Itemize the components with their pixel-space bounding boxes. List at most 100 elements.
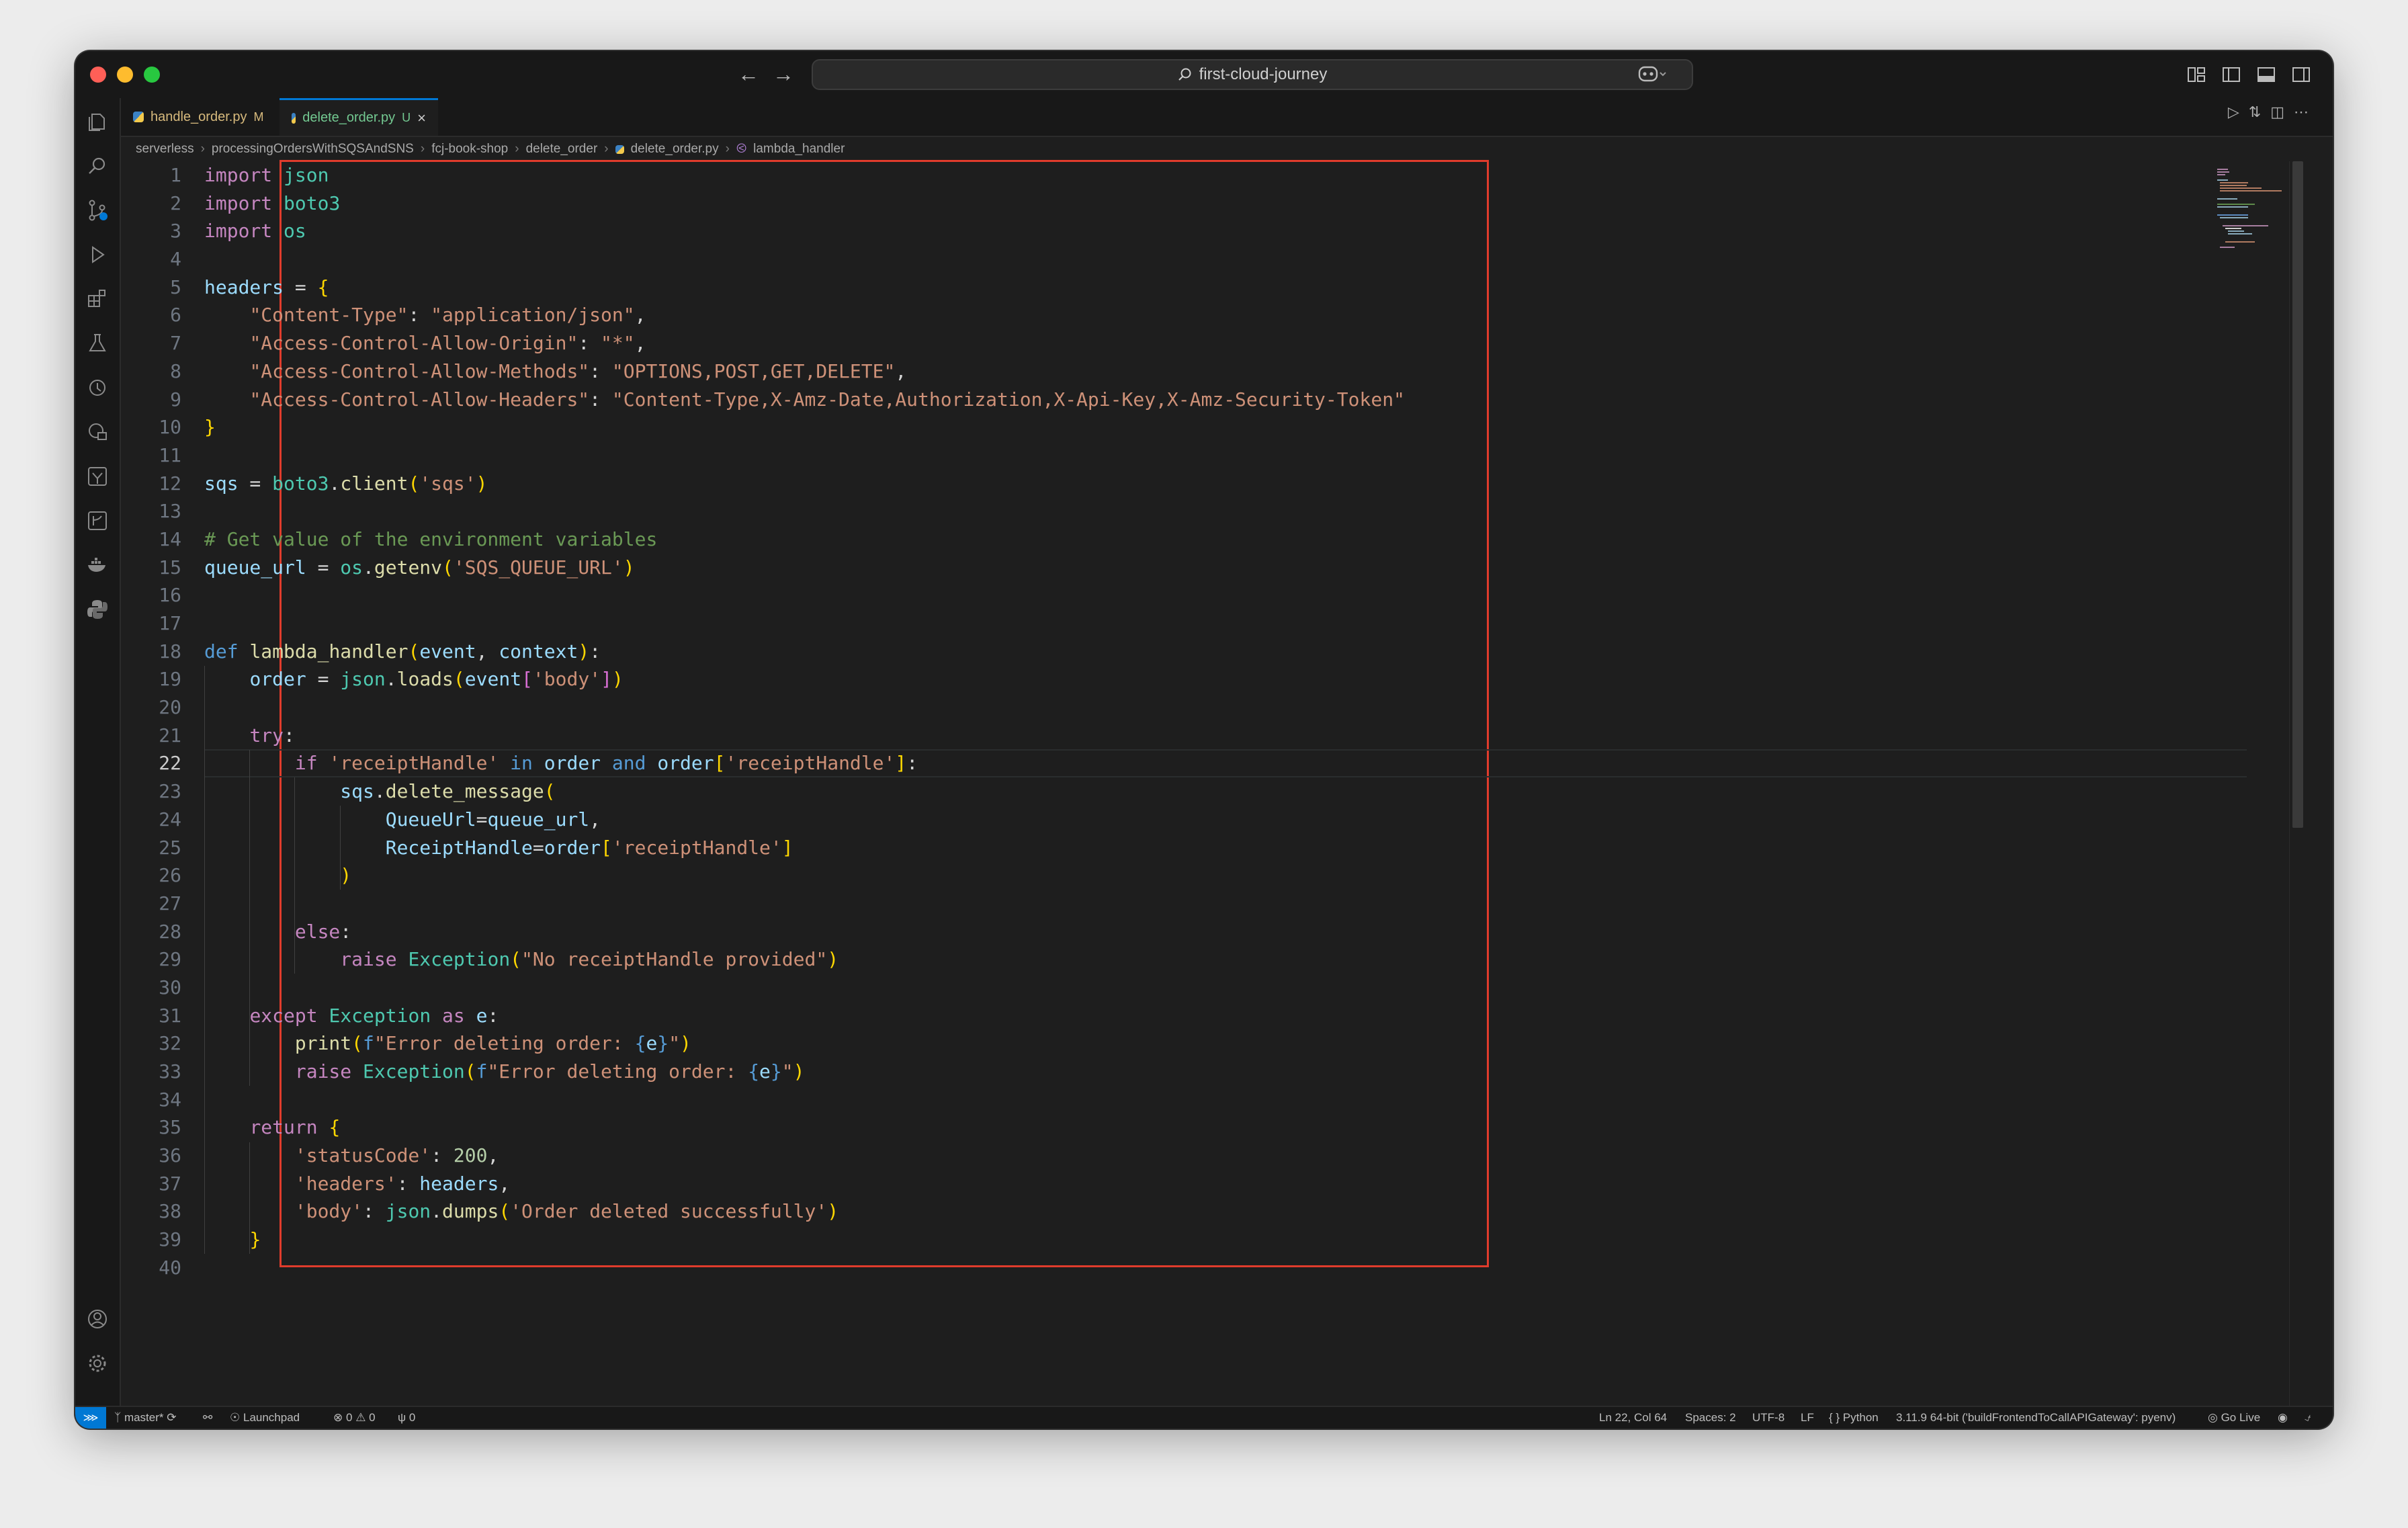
line-number[interactable]: 14 <box>121 525 194 554</box>
line-number[interactable]: 24 <box>121 806 194 834</box>
minimize-window-button[interactable] <box>117 67 133 83</box>
code-line[interactable] <box>204 974 2274 1002</box>
code-line[interactable]: ) <box>204 861 2274 890</box>
code-line[interactable]: import boto3 <box>204 189 2274 218</box>
notifications-bell-icon[interactable]: ⍻ <box>2305 1407 2311 1429</box>
explorer-icon[interactable] <box>86 110 109 133</box>
git-graph-status-icon[interactable]: ⚯ <box>203 1407 212 1429</box>
line-number[interactable]: 12 <box>121 470 194 498</box>
customize-layout-icon[interactable] <box>2186 65 2206 85</box>
code-line[interactable]: "Access-Control-Allow-Origin": "*", <box>204 329 2274 357</box>
line-number[interactable]: 10 <box>121 413 194 441</box>
cursor-position[interactable]: Ln 22, Col 64 <box>1599 1407 1667 1429</box>
line-number[interactable]: 4 <box>121 245 194 273</box>
line-number[interactable]: 36 <box>121 1142 194 1170</box>
line-number[interactable]: 7 <box>121 329 194 357</box>
toggle-panel-icon[interactable] <box>2256 65 2276 85</box>
code-line[interactable]: 'headers': headers, <box>204 1170 2274 1198</box>
code-line[interactable]: print(f"Error deleting order: {e}") <box>204 1029 2274 1058</box>
line-number[interactable]: 31 <box>121 1002 194 1030</box>
aws-icon[interactable] <box>86 465 109 488</box>
line-number[interactable]: 30 <box>121 974 194 1002</box>
code-line[interactable]: headers = { <box>204 273 2274 302</box>
search-icon[interactable] <box>86 155 109 177</box>
line-number[interactable]: 13 <box>121 497 194 525</box>
extensions-icon[interactable] <box>86 288 109 310</box>
code-line[interactable]: 'statusCode': 200, <box>204 1142 2274 1170</box>
run-debug-icon[interactable] <box>86 243 109 266</box>
code-line[interactable] <box>204 1254 2274 1282</box>
encoding-status[interactable]: UTF-8 <box>1752 1407 1784 1429</box>
code-line[interactable]: ReceiptHandle=order['receiptHandle'] <box>204 834 2274 862</box>
code-line[interactable] <box>204 441 2274 470</box>
code-area[interactable]: import json import boto3 import os headers… <box>204 160 2274 1282</box>
code-editor[interactable]: 1 2 3 4 5 6 7 8 9 10 11 12 13 14 15 16 17 18 19 20 21 22 23 24 2… <box>121 160 2305 1406</box>
line-number[interactable]: 11 <box>121 441 194 470</box>
close-window-button[interactable] <box>90 67 106 83</box>
line-number[interactable]: 38 <box>121 1197 194 1226</box>
line-number[interactable]: 25 <box>121 834 194 862</box>
line-number[interactable]: 40 <box>121 1254 194 1282</box>
line-number[interactable]: 34 <box>121 1086 194 1114</box>
tab-delete-order[interactable]: delete_order.py U × <box>280 98 438 136</box>
toggle-secondary-sidebar-icon[interactable] <box>2291 65 2311 85</box>
python-interpreter[interactable]: 3.11.9 64-bit ('buildFrontendToCallAPIGa… <box>1896 1407 2176 1429</box>
line-number[interactable]: 32 <box>121 1029 194 1058</box>
branch-status[interactable]: ᛉ master* ⟳ <box>114 1407 177 1429</box>
code-line[interactable]: "Content-Type": "application/json", <box>204 301 2274 329</box>
code-line[interactable]: import os <box>204 217 2274 245</box>
breadcrumb-item[interactable]: lambda_handler <box>753 142 845 157</box>
command-center-search[interactable]: first-cloud-journey <box>812 59 1693 90</box>
vertical-scrollbar[interactable] <box>2289 161 2305 1406</box>
code-line[interactable]: if 'receiptHandle' in order and order['r… <box>204 749 2274 777</box>
git-graph-icon[interactable] <box>86 509 109 532</box>
source-control-icon[interactable] <box>86 199 109 222</box>
open-changes-icon[interactable]: ⇅ <box>2249 103 2270 120</box>
line-number[interactable]: 27 <box>121 890 194 918</box>
breadcrumb-item[interactable]: serverless <box>136 142 194 157</box>
code-line[interactable]: return { <box>204 1113 2274 1142</box>
testing-icon[interactable] <box>86 332 109 355</box>
code-line[interactable]: # Get value of the environment variables <box>204 525 2274 554</box>
timeline-icon[interactable] <box>86 376 109 399</box>
code-line[interactable]: } <box>204 1226 2274 1254</box>
remote-indicator-icon[interactable]: ⋙ <box>75 1407 106 1429</box>
back-arrow-icon[interactable]: ← <box>738 60 759 87</box>
code-line[interactable]: queue_url = os.getenv('SQS_QUEUE_URL') <box>204 554 2274 582</box>
settings-gear-icon[interactable] <box>86 1352 109 1375</box>
line-number[interactable]: 28 <box>121 918 194 946</box>
line-number[interactable]: 26 <box>121 861 194 890</box>
code-line[interactable]: except Exception as e: <box>204 1002 2274 1030</box>
line-number[interactable]: 16 <box>121 581 194 609</box>
line-number[interactable]: 6 <box>121 301 194 329</box>
code-line[interactable] <box>204 693 2274 722</box>
code-line[interactable]: sqs = boto3.client('sqs') <box>204 470 2274 498</box>
scrollbar-thumb[interactable] <box>2292 161 2303 828</box>
code-line[interactable] <box>204 1086 2274 1114</box>
breadcrumb-item[interactable]: delete_order <box>526 142 598 157</box>
code-line[interactable]: import json <box>204 161 2274 189</box>
launchpad-status[interactable]: ☉ Launchpad <box>230 1407 300 1429</box>
copilot-status-icon[interactable]: ◉ <box>2278 1407 2288 1429</box>
line-number[interactable]: 23 <box>121 777 194 806</box>
breadcrumb-item[interactable]: delete_order.py <box>631 142 719 157</box>
zoom-window-button[interactable] <box>144 67 160 83</box>
line-number[interactable]: 20 <box>121 693 194 722</box>
breadcrumb-item[interactable]: processingOrdersWithSQSAndSNS <box>212 142 414 157</box>
code-line[interactable] <box>204 581 2274 609</box>
run-python-file-icon[interactable]: ▷ <box>2228 103 2249 120</box>
line-number[interactable]: 35 <box>121 1113 194 1142</box>
minimap[interactable] <box>2214 167 2288 254</box>
code-line[interactable]: "Access-Control-Allow-Headers": "Content… <box>204 386 2274 414</box>
forward-arrow-icon[interactable]: → <box>773 60 794 87</box>
line-number[interactable]: 21 <box>121 722 194 750</box>
line-number[interactable]: 3 <box>121 217 194 245</box>
code-line[interactable]: sqs.delete_message( <box>204 777 2274 806</box>
remote-explorer-icon[interactable] <box>86 421 109 443</box>
split-editor-icon[interactable]: ◫ <box>2270 103 2294 120</box>
close-icon[interactable]: × <box>417 110 426 127</box>
tab-handle-order[interactable]: handle_order.py M <box>121 98 280 136</box>
code-line[interactable] <box>204 245 2274 273</box>
problems-status[interactable]: ⊗ 0 ⚠ 0 <box>333 1407 376 1429</box>
language-mode[interactable]: { } Python <box>1829 1407 1879 1429</box>
